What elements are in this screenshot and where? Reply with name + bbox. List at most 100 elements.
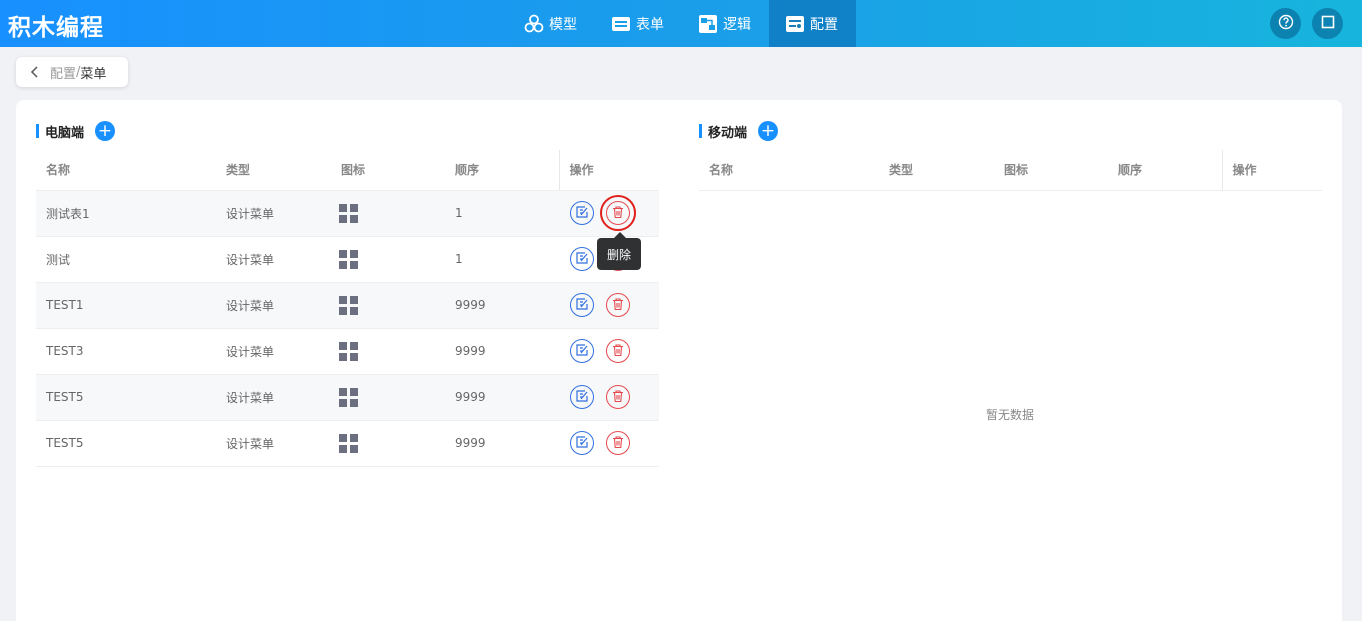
nav-label: 表单 [636,16,664,33]
mobile-title: 移动端 [708,125,748,141]
table-row: TEST3 设计菜单 9999 [36,328,659,375]
column-header-actions: 操作 [558,150,659,191]
column-header-type: 类型 [216,150,331,191]
edit-icon [575,297,589,314]
table-row: 测试 设计菜单 1 [36,236,659,283]
column-header-order: 顺序 [445,150,559,191]
nav-item-form[interactable]: 表单 [595,0,682,47]
pc-title: 电脑端 [45,125,85,141]
grid-icon [339,249,358,269]
delete-button[interactable] [606,431,630,455]
edit-button[interactable] [570,201,594,225]
row-actions [569,293,659,317]
delete-tooltip: 删除 [597,232,641,270]
form-icon [611,14,631,34]
column-header-order: 顺序 [1108,150,1222,191]
breadcrumb-current: 菜单 [80,66,107,82]
logic-icon [698,14,718,34]
delete-button[interactable] [606,385,630,409]
column-header-icon: 图标 [331,150,445,191]
grid-icon [339,295,358,315]
delete-button[interactable] [606,293,630,317]
edit-icon [575,435,589,452]
edit-icon [575,251,589,268]
grid-icon [339,433,358,453]
cubes-icon [524,14,544,34]
cell-name: TEST5 [36,374,216,421]
column-header-actions: 操作 [1221,150,1322,191]
cell-order: 1 [445,190,559,237]
cell-type: 设计菜单 [216,420,331,467]
plus-icon: + [97,120,113,141]
nav-item-config[interactable]: 配置 [769,0,856,47]
grid-icon [339,203,358,223]
table-row: TEST5 设计菜单 9999 [36,374,659,421]
edit-button[interactable] [570,385,594,409]
app-logo: 积木编程 [8,15,104,41]
cell-order: 9999 [445,328,559,375]
menu-config-card: 电脑端 + 名称 类型 图标 顺序 操作 测试表1 设计菜单 1 测试 设计菜单… [16,100,1342,621]
empty-state-text: 暂无数据 [986,408,1035,422]
nav-label: 配置 [810,16,838,33]
cell-order: 1 [445,236,559,283]
column-header-type: 类型 [879,150,994,191]
edit-button[interactable] [570,339,594,363]
nav-label: 模型 [549,16,577,33]
row-actions [569,339,659,363]
nav-item-logic[interactable]: 逻辑 [682,0,769,47]
fullscreen-button[interactable] [1312,8,1343,39]
row-actions [569,385,659,409]
grid-icon [339,341,358,361]
row-actions [569,195,659,231]
edit-button[interactable] [570,293,594,317]
edit-icon [575,205,589,222]
table-row: TEST1 设计菜单 9999 [36,282,659,329]
cell-type: 设计菜单 [216,190,331,237]
nav-label: 逻辑 [723,16,751,33]
cell-order: 9999 [445,420,559,467]
trash-icon [611,389,625,406]
cell-name: TEST5 [36,420,216,467]
pc-section-title: 电脑端 + [36,120,116,141]
cell-type: 设计菜单 [216,374,331,421]
trash-icon [611,435,625,452]
nav-item-model[interactable]: 模型 [508,0,595,47]
edit-button[interactable] [570,247,594,271]
trash-icon [611,297,625,314]
table-header-row: 名称 类型 图标 顺序 操作 [699,150,1322,191]
column-header-icon: 图标 [994,150,1108,191]
cell-name: TEST1 [36,282,216,329]
table-row: TEST5 设计菜单 9999 [36,420,659,467]
add-pc-menu-button[interactable]: + [95,120,116,141]
edit-button[interactable] [570,431,594,455]
trash-icon [611,343,625,360]
main-nav: 模型 表单 逻辑 配置 [508,0,856,47]
column-header-name: 名称 [699,150,879,191]
cell-type: 设计菜单 [216,282,331,329]
table-row: 测试表1 设计菜单 1 [36,190,659,237]
config-icon [785,14,805,34]
help-icon [1278,14,1294,34]
cell-name: 测试表1 [36,190,216,237]
table-header-row: 名称 类型 图标 顺序 操作 [36,150,659,191]
add-mobile-menu-button[interactable]: + [758,120,779,141]
breadcrumb-parent[interactable]: 配置 [50,63,76,82]
title-accent-bar [699,124,702,138]
help-button[interactable] [1270,8,1301,39]
cell-name: 测试 [36,236,216,283]
cell-name: TEST3 [36,328,216,375]
cell-order: 9999 [445,282,559,329]
row-actions [569,431,659,455]
delete-button[interactable] [606,339,630,363]
square-icon [1321,15,1335,33]
column-header-name: 名称 [36,150,216,191]
cell-order: 9999 [445,374,559,421]
breadcrumb: 配置 / 菜单 [16,57,128,87]
chevron-left-icon[interactable] [30,65,40,79]
mobile-section-title: 移动端 + [699,120,779,141]
trash-icon [611,205,625,222]
grid-icon [339,387,358,407]
delete-button[interactable] [600,195,636,231]
plus-icon: + [760,120,776,141]
edit-icon [575,389,589,406]
